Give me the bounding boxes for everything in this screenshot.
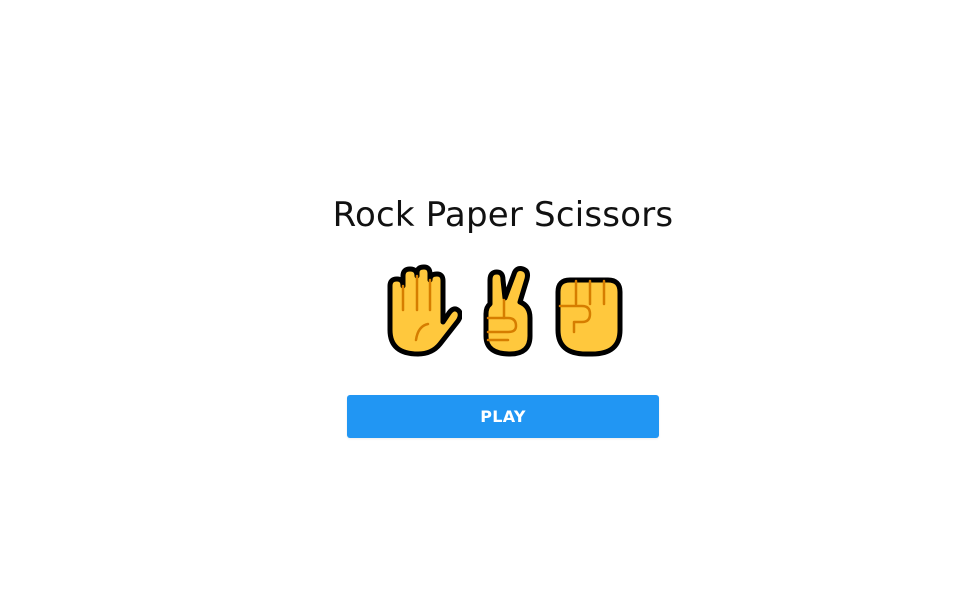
rock-hand-icon (555, 277, 623, 357)
game-title: Rock Paper Scissors (332, 195, 674, 235)
scissors-hand-icon (483, 266, 533, 357)
game-screen: Rock Paper Scissors PLAY (0, 0, 954, 596)
hands-row (382, 264, 626, 360)
play-button[interactable]: PLAY (347, 395, 659, 438)
paper-hand-icon (387, 264, 462, 357)
